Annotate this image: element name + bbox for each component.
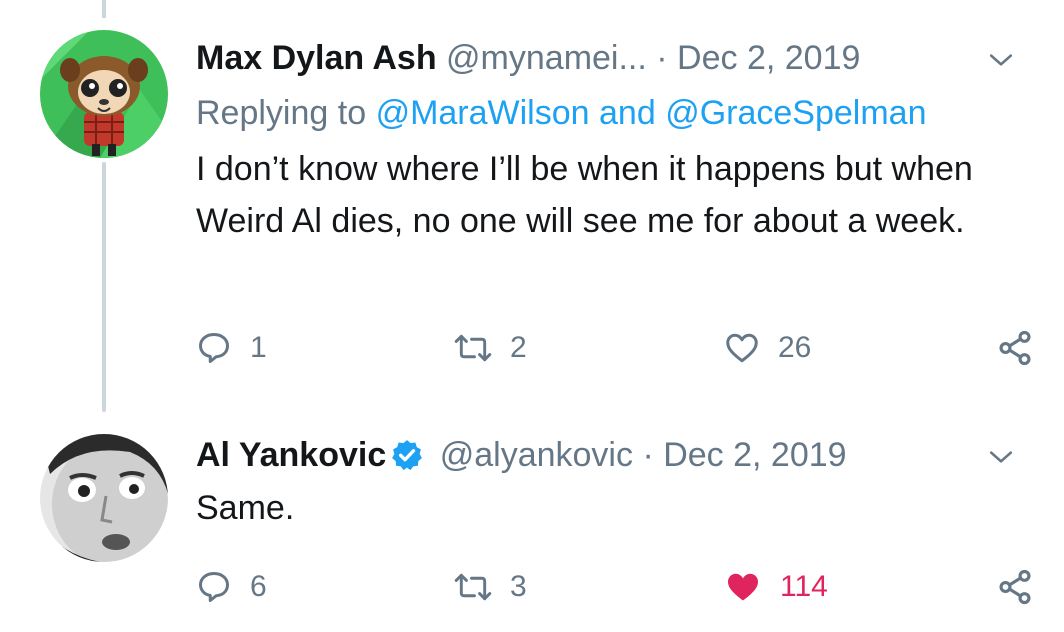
tweet-header: Al Yankovic @alyankovic · Dec 2, 2019	[196, 430, 1044, 480]
handle[interactable]: @mynamei...	[446, 39, 647, 77]
timestamp[interactable]: · Dec 2, 2019	[642, 436, 846, 474]
mention-link[interactable]: @GraceSpelman	[665, 94, 926, 132]
replying-and: and	[599, 94, 656, 132]
retweet-count: 2	[510, 331, 527, 364]
like-button[interactable]: 26	[724, 325, 811, 371]
retweet-count: 3	[510, 570, 527, 603]
share-icon	[999, 569, 1031, 605]
replying-prefix: Replying to	[196, 94, 367, 132]
handle[interactable]: @alyankovic	[440, 436, 633, 474]
mention-link[interactable]: @MaraWilson	[376, 94, 590, 132]
share-button[interactable]	[996, 564, 1034, 610]
reply-count: 6	[250, 570, 267, 603]
reply-button[interactable]: 6	[196, 564, 267, 610]
tweet-max-dylan-ash[interactable]: Max Dylan Ash @mynamei... · Dec 2, 2019 …	[0, 0, 1064, 410]
like-count: 26	[778, 331, 812, 364]
like-icon	[726, 333, 758, 363]
tweet-actions: 6 3 114	[196, 564, 1044, 610]
tweet-text: I don’t know where I’ll be when it happe…	[196, 150, 973, 240]
chevron-down-icon[interactable]	[988, 444, 1014, 470]
retweet-button[interactable]: 3	[454, 564, 527, 610]
reply-button[interactable]: 1	[196, 325, 267, 371]
tweet-al-yankovic[interactable]: Al Yankovic @alyankovic · Dec 2, 2019 Sa…	[0, 412, 1064, 632]
reply-icon	[199, 333, 229, 363]
like-count: 114	[780, 570, 828, 603]
reply-icon	[199, 572, 229, 602]
grayscale-face-avatar-icon	[40, 434, 168, 562]
avatar[interactable]	[40, 30, 168, 158]
avatar[interactable]	[40, 434, 168, 562]
replying-to: Replying to @MaraWilson and @GraceSpelma…	[196, 90, 927, 136]
like-icon	[728, 573, 758, 601]
timestamp[interactable]: · Dec 2, 2019	[656, 39, 860, 77]
like-button[interactable]: 114	[724, 564, 828, 610]
share-button[interactable]	[996, 325, 1034, 371]
retweet-icon	[454, 573, 492, 601]
retweet-icon	[454, 334, 492, 362]
tweet-text: Same.	[196, 489, 295, 527]
cartoon-character-avatar-icon	[40, 30, 168, 158]
tweet-actions: 1 2 26	[196, 325, 1044, 371]
verified-badge-icon	[392, 440, 423, 471]
tweet-header: Max Dylan Ash @mynamei... · Dec 2, 2019	[196, 33, 1044, 83]
display-name[interactable]: Max Dylan Ash	[196, 39, 437, 77]
chevron-down-icon[interactable]	[988, 47, 1014, 73]
share-icon	[999, 330, 1031, 366]
reply-count: 1	[250, 331, 267, 364]
display-name[interactable]: Al Yankovic	[196, 436, 386, 474]
retweet-button[interactable]: 2	[454, 325, 527, 371]
